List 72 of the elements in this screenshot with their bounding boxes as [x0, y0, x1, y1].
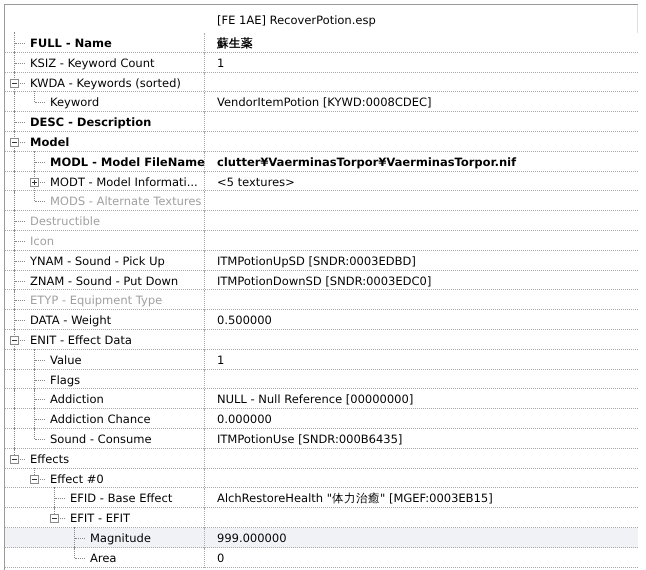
- field-label: DATA - Weight: [29, 312, 112, 330]
- tree-row[interactable]: MODL - Model FileName clutter¥VaerminasTorpor¥VaerminasTorpor.nif: [5, 152, 638, 172]
- tree-row[interactable]: Effects: [5, 448, 638, 469]
- field-label: Keyword: [49, 94, 100, 112]
- tree-row[interactable]: Addiction Chance 0.000000: [5, 409, 638, 429]
- tree-row[interactable]: DATA - Weight 0.500000: [5, 310, 638, 330]
- expand-toggle-icon[interactable]: [10, 454, 19, 464]
- tree-row[interactable]: Area 0: [5, 548, 638, 568]
- tree-row[interactable]: ZNAM - Sound - Put Down ITMPotionDownSD [SNDR:0003EDC0]: [5, 270, 638, 290]
- tree-row[interactable]: MODT - Model Informati... <5 textures>: [5, 172, 638, 192]
- expand-toggle-icon[interactable]: [10, 78, 19, 88]
- tree-row[interactable]: Sound - Consume ITMPotionUse [SNDR:000B6435]: [5, 428, 638, 449]
- field-value: AlchRestoreHealth "体力治癒" [MGEF:0003EB15]: [216, 490, 494, 508]
- tree-row[interactable]: YNAM - Sound - Pick Up ITMPotionUpSD [SNDR:0003EDBD]: [5, 250, 638, 271]
- field-value: ITMPotionDownSD [SNDR:0003EDC0]: [216, 272, 432, 290]
- tree-row[interactable]: Keyword VendorItemPotion [KYWD:0008CDEC]: [5, 92, 638, 112]
- field-label: Magnitude: [89, 530, 151, 547]
- field-value: 1: [216, 54, 226, 72]
- field-value: VendorItemPotion [KYWD:0008CDEC]: [216, 94, 433, 112]
- expand-toggle-icon[interactable]: [10, 336, 19, 345]
- field-label: MODT - Model Informati...: [49, 174, 198, 191]
- field-label: ETYP - Equipment Type: [29, 292, 162, 310]
- field-value: ITMPotionUpSD [SNDR:0003EDBD]: [216, 252, 417, 270]
- tree-row[interactable]: FULL - Name 蘇生薬: [5, 33, 638, 53]
- expand-toggle-icon[interactable]: [30, 474, 39, 484]
- field-value: ITMPotionUse [SNDR:000B6435]: [216, 430, 404, 448]
- tree-row[interactable]: EFID - Base Effect AlchRestoreHealth "体力治癒" [MGEF:0003EB15]: [5, 488, 638, 508]
- field-label: Effect #0: [49, 470, 104, 488]
- field-value: 999.000000: [216, 530, 288, 547]
- field-label: Value: [49, 352, 82, 369]
- field-label: Destructible: [29, 213, 100, 230]
- expand-toggle-icon[interactable]: [50, 514, 59, 524]
- field-value: 0.000000: [216, 411, 273, 428]
- field-label: Area: [89, 550, 116, 567]
- tree-row[interactable]: ENIT - Effect Data: [5, 330, 638, 350]
- field-label: KSIZ - Keyword Count: [29, 54, 154, 72]
- field-label: Addiction: [49, 391, 104, 408]
- field-label: YNAM - Sound - Pick Up: [29, 252, 165, 270]
- field-value: NULL - Null Reference [00000000]: [216, 391, 414, 408]
- field-label: Sound - Consume: [49, 430, 152, 448]
- tree-row[interactable]: Value 1: [5, 350, 638, 370]
- tree-row[interactable]: Flags: [5, 370, 638, 390]
- field-label: KWDA - Keywords (sorted): [29, 74, 181, 92]
- field-label: MODL - Model FileName: [49, 154, 205, 171]
- field-label: Flags: [49, 372, 80, 389]
- field-value: 蘇生薬: [216, 35, 254, 52]
- field-label: ENIT - Effect Data: [29, 332, 132, 349]
- field-label: Addiction Chance: [49, 411, 151, 428]
- field-label: FULL - Name: [29, 35, 112, 52]
- tree-row[interactable]: Effect #0: [5, 468, 638, 488]
- expand-toggle-icon[interactable]: [10, 138, 19, 147]
- field-label: Model: [29, 134, 70, 151]
- field-label: Icon: [29, 232, 54, 250]
- field-value: <5 textures>: [216, 174, 296, 191]
- expand-toggle-icon[interactable]: [30, 178, 39, 187]
- field-value: 0: [216, 550, 226, 567]
- field-label: ZNAM - Sound - Put Down: [29, 272, 178, 290]
- column-header[interactable]: [FE 1AE] RecoverPotion.esp: [205, 5, 637, 33]
- field-label: Effects: [29, 450, 70, 468]
- tree-row[interactable]: Model: [5, 132, 638, 152]
- field-label: EFIT - EFIT: [69, 510, 130, 528]
- tree-row[interactable]: KWDA - Keywords (sorted): [5, 72, 638, 92]
- tree-row[interactable]: KSIZ - Keyword Count 1: [5, 52, 638, 73]
- field-label: DESC - Description: [29, 114, 152, 132]
- field-label: MODS - Alternate Textures: [49, 193, 202, 210]
- tree-row[interactable]: Addiction NULL - Null Reference [00000000]: [5, 389, 638, 410]
- tree-row[interactable]: DESC - Description: [5, 112, 638, 132]
- tree-row[interactable]: Magnitude 999.000000: [5, 528, 638, 548]
- field-value: clutter¥VaerminasTorpor¥VaerminasTorpor.nif: [216, 154, 518, 171]
- field-value: 1: [216, 352, 226, 369]
- field-value: 0.500000: [216, 312, 273, 330]
- field-label: EFID - Base Effect: [69, 490, 172, 508]
